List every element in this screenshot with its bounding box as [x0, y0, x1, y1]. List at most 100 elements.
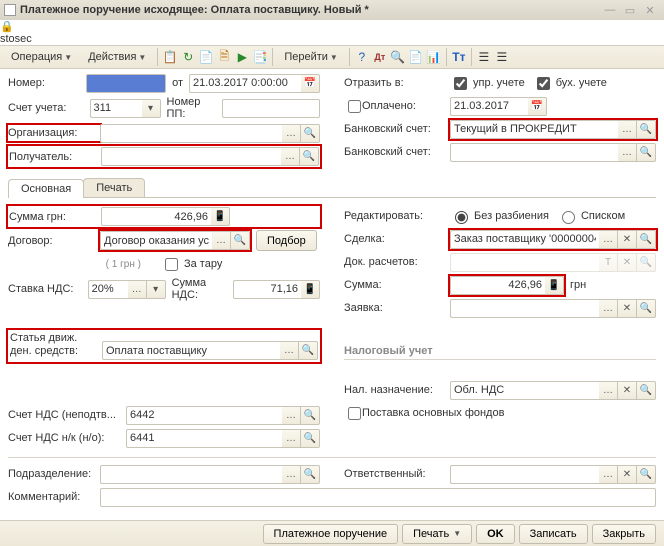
flow-select[interactable]: … [280, 341, 299, 360]
toolbar-icon-help[interactable]: ? [354, 49, 370, 65]
mgmt-check-wrap[interactable]: упр. учете [450, 74, 525, 93]
date-picker-icon[interactable] [301, 74, 320, 93]
paid-date-input[interactable] [450, 97, 528, 116]
rsum-input[interactable] [450, 276, 545, 295]
tax-dest-input[interactable] [450, 381, 599, 400]
toolbar-icon-9[interactable]: ☰ [494, 49, 510, 65]
window-minimize[interactable]: — [600, 4, 620, 16]
tara-checkbox[interactable] [165, 258, 178, 271]
order-select[interactable]: … [599, 299, 618, 318]
operation-menu[interactable]: Операция▼ [4, 48, 79, 66]
toolbar-icon-3[interactable]: 🗎 [216, 49, 232, 65]
vat-rate-input[interactable] [88, 280, 128, 299]
dept-input[interactable] [100, 465, 282, 484]
bank1-open[interactable]: 🔍 [637, 120, 656, 139]
recipient-open[interactable]: 🔍 [300, 147, 319, 166]
tab-print[interactable]: Печать [83, 178, 145, 197]
toolbar-icon-dtkt[interactable]: Дт [372, 49, 388, 65]
deal-select[interactable]: … [599, 230, 618, 249]
toolbar-icon-search[interactable]: 🔍 [390, 49, 406, 65]
opt1-wrap[interactable]: Без разбиения [450, 208, 549, 224]
vat-acc2-select[interactable]: … [282, 429, 301, 448]
fixed-assets-checkbox[interactable] [348, 407, 361, 420]
vat-acc1-input[interactable] [126, 406, 282, 425]
payment-order-button[interactable]: Платежное поручение [263, 524, 399, 544]
contract-input[interactable] [100, 231, 212, 250]
vat-rate-select[interactable]: … [128, 280, 147, 299]
toolbar-icon-2[interactable]: 📄 [198, 49, 214, 65]
mgmt-checkbox[interactable] [454, 77, 467, 90]
tab-main[interactable]: Основная [8, 179, 84, 198]
flow-input[interactable] [102, 341, 280, 360]
toolbar-icon-refresh[interactable]: ↻ [180, 49, 196, 65]
date-input[interactable] [189, 74, 301, 93]
toolbar-icon-8[interactable]: ☰ [476, 49, 492, 65]
tax-dest-select[interactable]: … [599, 381, 618, 400]
paid-date-picker[interactable] [528, 97, 547, 116]
resp-clear[interactable]: ✕ [618, 465, 637, 484]
paid-checkbox[interactable] [348, 100, 361, 113]
bukh-checkbox[interactable] [537, 77, 550, 90]
bank2-input[interactable] [450, 143, 618, 162]
opt2-wrap[interactable]: Списком [557, 208, 625, 224]
opt2-radio[interactable] [562, 211, 575, 224]
toolbar-icon-5[interactable]: 📑 [252, 49, 268, 65]
resp-input[interactable] [450, 465, 599, 484]
ok-button[interactable]: OK [476, 524, 515, 544]
toolbar-icon-6[interactable]: 📄 [408, 49, 424, 65]
close-button[interactable]: Закрыть [592, 524, 656, 544]
tax-dest-open[interactable]: 🔍 [637, 381, 656, 400]
account-input[interactable] [90, 99, 142, 118]
bank2-select[interactable]: … [618, 143, 637, 162]
resp-select[interactable]: … [599, 465, 618, 484]
toolbar-icon-tt[interactable]: Тт [451, 49, 467, 65]
deal-input[interactable] [450, 230, 599, 249]
toolbar-icon-1[interactable]: 📋 [162, 49, 178, 65]
bank2-open[interactable]: 🔍 [637, 143, 656, 162]
order-clear[interactable]: ✕ [618, 299, 637, 318]
tara-wrap[interactable]: За тару [161, 255, 222, 274]
dept-open[interactable]: 🔍 [301, 465, 320, 484]
vat-sum-input[interactable] [233, 280, 301, 299]
sum-calc-icon[interactable]: 📱 [211, 207, 230, 226]
bukh-check-wrap[interactable]: бух. учете [533, 74, 607, 93]
actions-menu[interactable]: Действия▼ [81, 48, 153, 66]
rsum-calc[interactable]: 📱 [545, 276, 564, 295]
toolbar-icon-7[interactable]: 📊 [426, 49, 442, 65]
print-button[interactable]: Печать ▼ [402, 524, 472, 544]
dept-select[interactable]: … [282, 465, 301, 484]
vat-acc2-open[interactable]: 🔍 [301, 429, 320, 448]
organization-open[interactable]: 🔍 [301, 124, 320, 143]
vat-acc2-input[interactable] [126, 429, 282, 448]
pick-button[interactable]: Подбор [256, 230, 317, 251]
vat-acc1-select[interactable]: … [282, 406, 301, 425]
number-input[interactable] [86, 74, 166, 93]
vat-sum-calc[interactable]: 📱 [301, 280, 320, 299]
deal-clear[interactable]: ✕ [618, 230, 637, 249]
bank1-select[interactable]: … [618, 120, 637, 139]
organization-input[interactable] [100, 124, 282, 143]
recipient-select[interactable]: … [281, 147, 300, 166]
account-dropdown[interactable]: ▾ [142, 99, 161, 118]
deal-open[interactable]: 🔍 [637, 230, 656, 249]
save-button[interactable]: Записать [519, 524, 588, 544]
toolbar-icon-4[interactable]: ▶ [234, 49, 250, 65]
tax-dest-clear[interactable]: ✕ [618, 381, 637, 400]
vat-acc1-open[interactable]: 🔍 [301, 406, 320, 425]
pp-input[interactable] [222, 99, 320, 118]
order-input[interactable] [450, 299, 599, 318]
flow-open[interactable]: 🔍 [299, 341, 318, 360]
contract-open[interactable]: 🔍 [231, 231, 250, 250]
window-maximize[interactable]: ▭ [620, 4, 640, 17]
recipient-input[interactable] [101, 147, 281, 166]
resp-open[interactable]: 🔍 [637, 465, 656, 484]
bank1-input[interactable] [450, 120, 618, 139]
sum-input[interactable] [101, 207, 211, 226]
comment-input[interactable] [100, 488, 656, 507]
goto-menu[interactable]: Перейти▼ [277, 48, 345, 66]
contract-select[interactable]: … [212, 231, 231, 250]
window-close[interactable]: ✕ [640, 4, 660, 17]
opt1-radio[interactable] [455, 211, 468, 224]
vat-rate-dropdown[interactable]: ▾ [147, 280, 166, 299]
organization-select[interactable]: … [282, 124, 301, 143]
